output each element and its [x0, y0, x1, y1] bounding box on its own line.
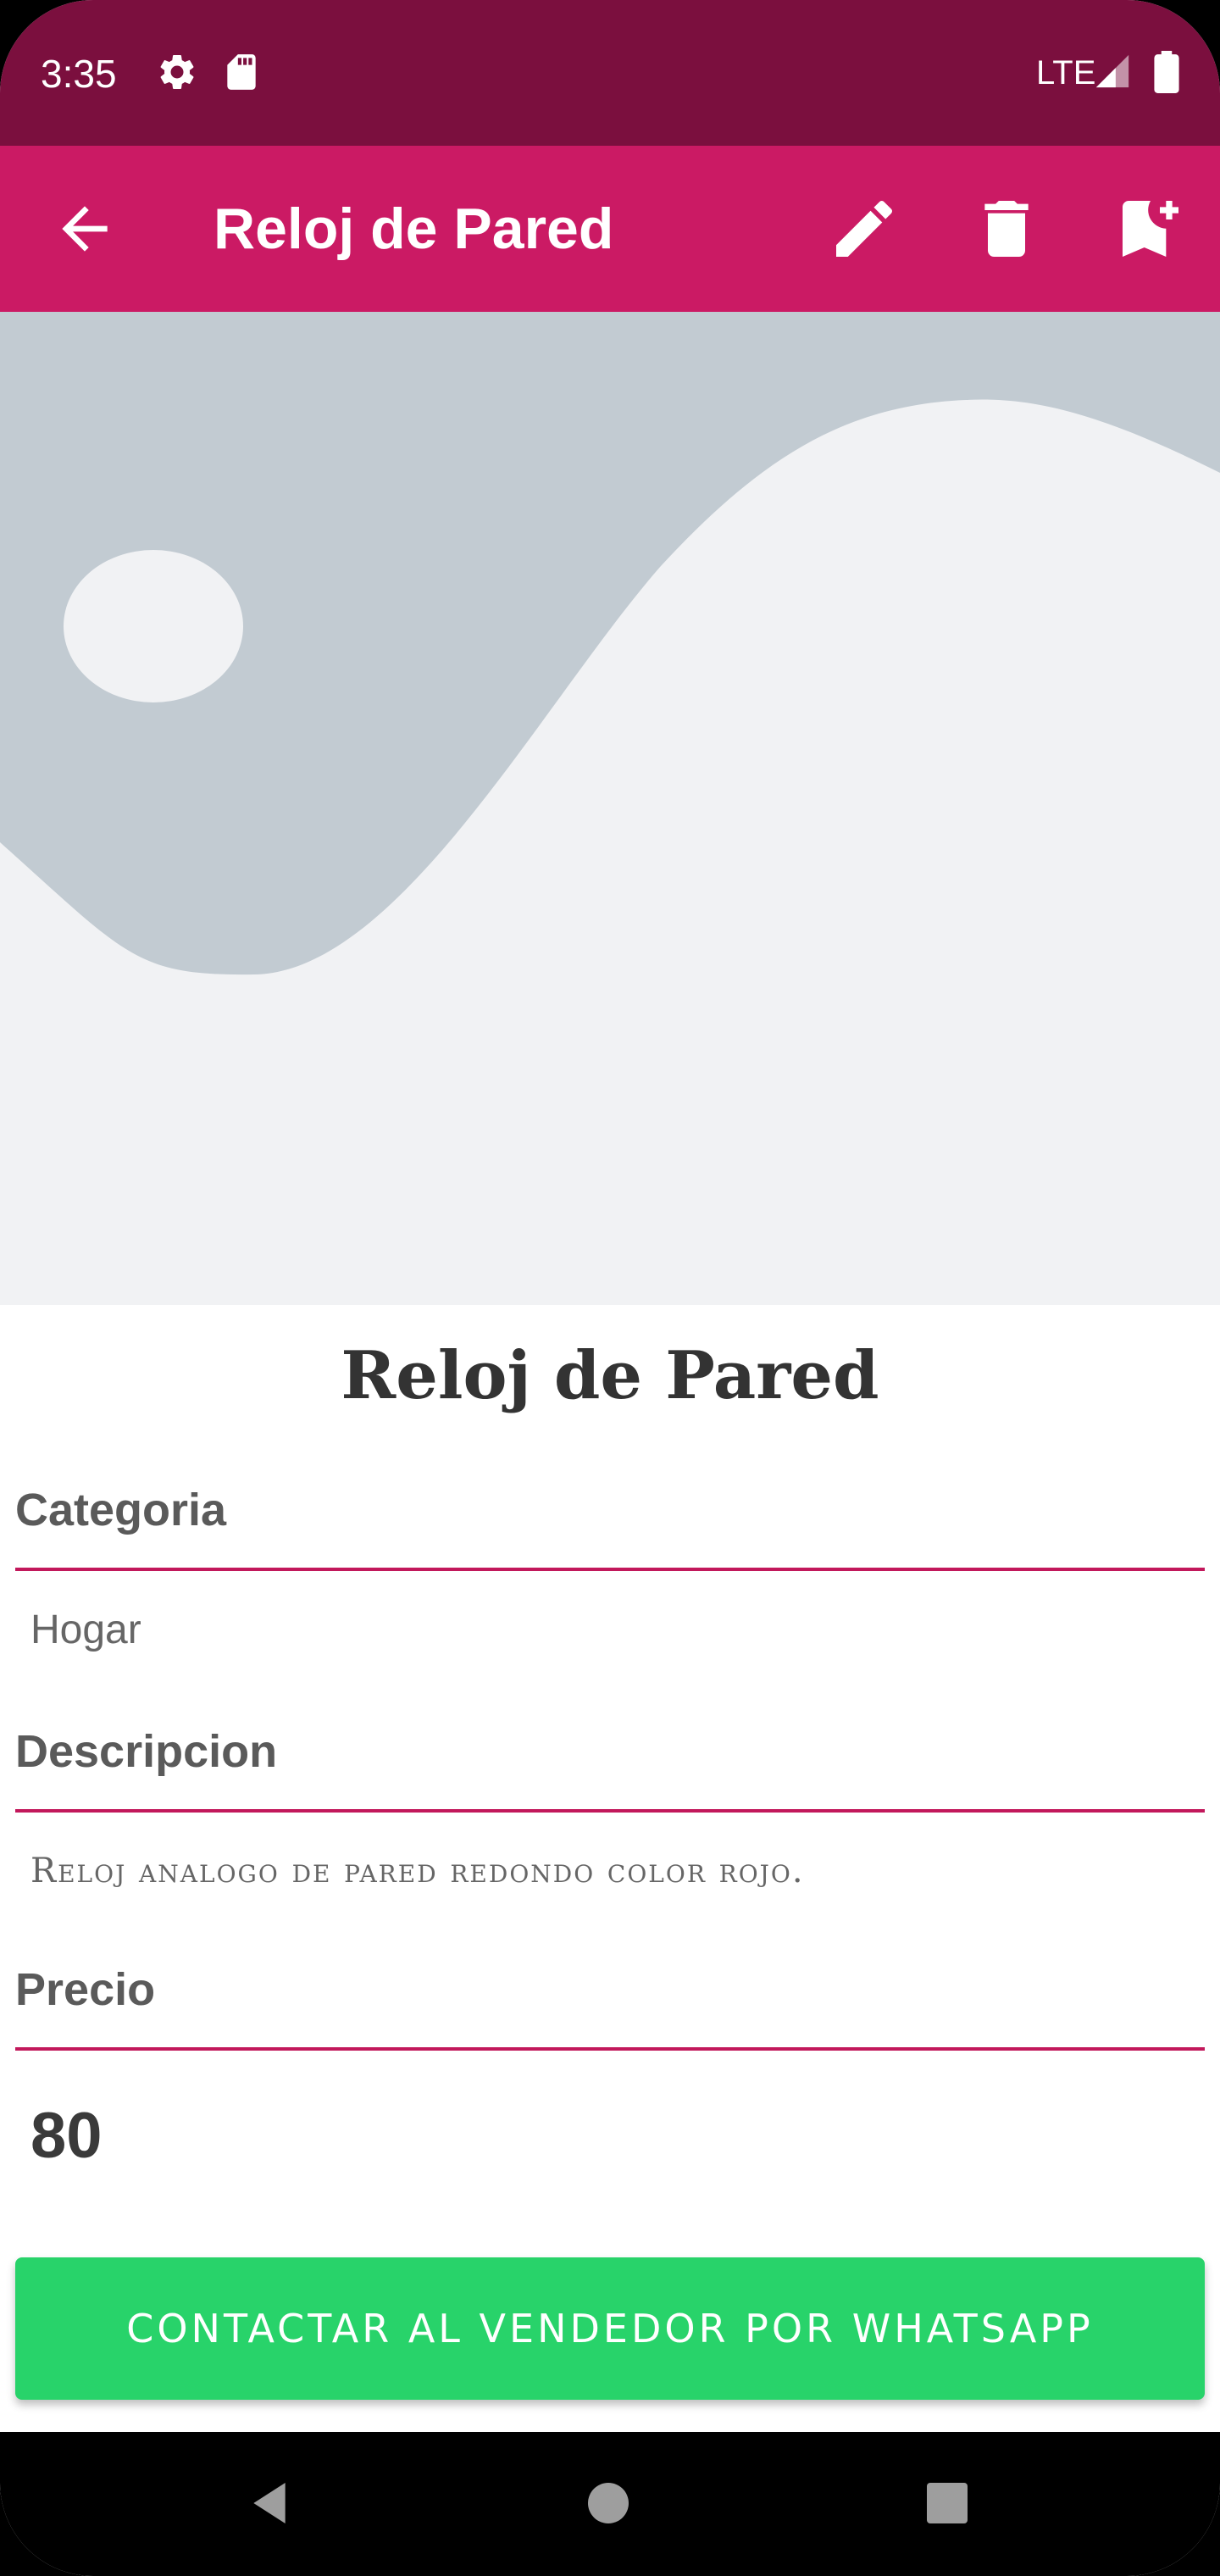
nav-recents-icon[interactable] [920, 2476, 974, 2530]
app-bar: Reloj de Pared [0, 146, 1220, 312]
sd-card-icon [227, 54, 256, 90]
price-label: Precio [15, 1964, 156, 2015]
delete-icon[interactable] [969, 192, 1044, 266]
app-screen: 3:35 LTE Reloj de Pared Reloj de Pared C… [0, 0, 1220, 2576]
bookmark-add-icon[interactable] [1113, 192, 1188, 266]
nav-back-icon[interactable] [242, 2476, 297, 2530]
signal-icon [1095, 54, 1129, 88]
product-title: Reloj de Pared [341, 1337, 879, 1414]
category-label: Categoria [15, 1485, 227, 1535]
divider [15, 1568, 1205, 1571]
image-placeholder-icon [0, 312, 1220, 1305]
status-bar: 3:35 LTE [0, 0, 1220, 146]
nav-home-icon[interactable] [581, 2476, 635, 2530]
app-bar-title: Reloj de Pared [214, 197, 614, 261]
category-value: Hogar [30, 1607, 141, 1652]
divider [15, 1809, 1205, 1813]
gear-icon [160, 54, 194, 89]
product-image-placeholder [0, 312, 1220, 1305]
back-arrow-icon[interactable] [51, 195, 119, 263]
navigation-bar [0, 2432, 1220, 2576]
network-type: LTE [1036, 54, 1096, 92]
divider [15, 2047, 1205, 2051]
contact-whatsapp-button[interactable]: CONTACTAR AL VENDEDOR POR WHATSAPP [15, 2257, 1205, 2400]
battery-icon [1154, 51, 1179, 93]
description-value: Reloj analogo de pared redondo color roj… [30, 1852, 805, 1890]
status-time: 3:35 [41, 52, 117, 96]
price-value: 80 [30, 2100, 103, 2172]
description-label: Descripcion [15, 1726, 278, 1777]
edit-icon[interactable] [827, 192, 901, 266]
